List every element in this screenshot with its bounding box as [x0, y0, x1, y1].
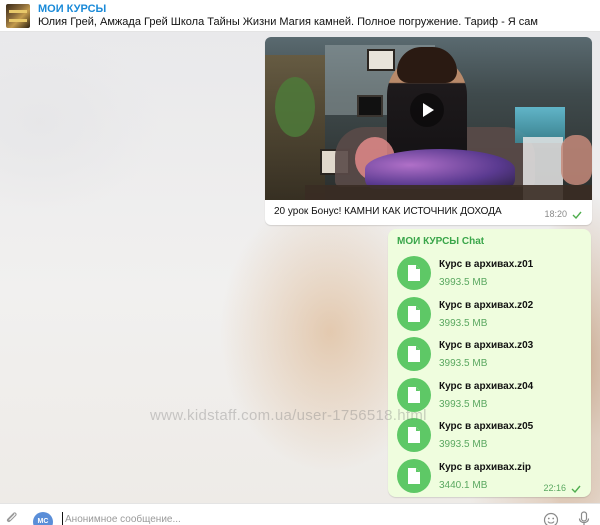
sender-name[interactable]: МОИ КУРСЫ Chat: [397, 236, 484, 247]
message-time: 22:16: [543, 483, 566, 493]
file-icon: [408, 346, 420, 362]
file-icon: [408, 427, 420, 443]
file-icon: [408, 467, 420, 484]
file-size: 3993.5 MB: [439, 317, 488, 329]
file-icon: [408, 305, 420, 322]
file-size: 3993.5 MB: [439, 439, 488, 450]
file-size: 3993.5 MB: [439, 358, 488, 369]
file-name[interactable]: Курс в архивах.z03: [439, 340, 533, 351]
message-time: 18:20: [544, 209, 567, 219]
file-download-button[interactable]: [397, 296, 431, 331]
check-icon: [572, 211, 582, 219]
chat-subtitle: Юлия Грей, Амжада Грей Школа Тайны Жизни…: [38, 16, 538, 28]
message-input[interactable]: [62, 512, 532, 525]
chat-title[interactable]: МОИ КУРСЫ: [38, 3, 106, 15]
file-item[interactable]: Курс в архивах.z01 3993.5 MB: [397, 256, 587, 292]
file-size: 3993.5 MB: [439, 277, 488, 288]
file-item[interactable]: Курс в архивах.z03 3993.5 MB: [397, 337, 587, 373]
message-input-bar: МС: [0, 503, 600, 525]
video-message[interactable]: 20 урок Бонус! КАМНИ КАК ИСТОЧНИК ДОХОДА…: [265, 37, 592, 225]
file-name[interactable]: Курс в архивах.z05: [439, 421, 533, 432]
file-item[interactable]: Курс в архивах.z02 3993.5 MB: [397, 296, 587, 333]
file-icon: [408, 386, 420, 403]
video-thumbnail[interactable]: [265, 37, 592, 200]
emoji-icon[interactable]: [543, 512, 559, 525]
file-name[interactable]: Курс в архивах.zip: [439, 462, 531, 473]
file-name[interactable]: Курс в архивах.z02: [439, 300, 533, 311]
chat-avatar[interactable]: [6, 4, 30, 28]
video-caption: 20 урок Бонус! КАМНИ КАК ИСТОЧНИК ДОХОДА: [274, 206, 502, 217]
file-size: 3993.5 MB: [439, 398, 488, 410]
play-icon[interactable]: [410, 93, 444, 127]
avatar[interactable]: МС: [33, 512, 53, 525]
file-download-button[interactable]: [397, 458, 431, 493]
file-name[interactable]: Курс в архивах.z01: [439, 259, 533, 270]
watermark: www.kidstaff.com.ua/user-1756518.html: [150, 407, 427, 424]
file-icon: [408, 265, 420, 281]
mic-icon[interactable]: [578, 511, 590, 525]
file-name[interactable]: Курс в архивах.z04: [439, 381, 533, 392]
attach-icon[interactable]: [4, 510, 18, 524]
chat-header[interactable]: МОИ КУРСЫ Юлия Грей, Амжада Грей Школа Т…: [0, 0, 600, 32]
files-message[interactable]: МОИ КУРСЫ Chat Курс в архивах.z01 3993.5 …: [388, 229, 591, 497]
file-download-button[interactable]: [397, 256, 431, 290]
check-icon: [571, 485, 581, 493]
file-size: 3440.1 MB: [439, 479, 488, 491]
file-download-button[interactable]: [397, 337, 431, 371]
